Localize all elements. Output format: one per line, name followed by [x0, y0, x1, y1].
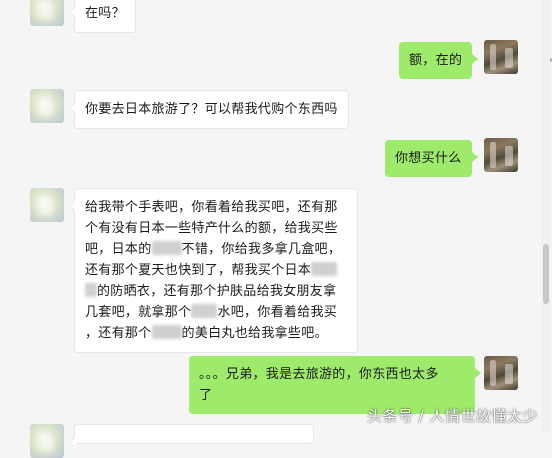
message-text: 在吗？ [85, 6, 125, 21]
contact-avatar[interactable] [30, 0, 64, 26]
redacted-blur [151, 241, 182, 255]
scrollbar-thumb[interactable] [543, 244, 549, 304]
message-text: 个有没有日本一些特产什么的额，给我买些 [85, 221, 338, 236]
chat-scrollbar[interactable] [542, 0, 550, 432]
received-message: 你要去日本旅游了？可以帮我代购个东西吗 [69, 90, 349, 129]
redacted-blur [151, 325, 182, 339]
contact-avatar[interactable] [30, 89, 64, 123]
message-text: 。。。兄弟，我是去旅游的，你东西也太多 [199, 367, 439, 382]
redacted-blur [191, 304, 218, 318]
chat-history: 在吗？ 额，在的 你要去日本旅游了？可以帮我代购个东西吗 你想买什么 给我带个手… [0, 0, 540, 458]
my-avatar[interactable] [484, 138, 518, 172]
contact-avatar[interactable] [30, 424, 64, 458]
message-text-line: 几套吧，就拿那个 水吧，你看着给我买 [85, 304, 338, 320]
received-message: 给我带个手表吧，你看着给我买吧，还有那 个有没有日本一些特产什么的额，给我买些 … [69, 188, 358, 353]
sent-message: 额，在的 [399, 42, 479, 79]
sent-message: 你想买什么 [385, 140, 478, 177]
received-message: 在吗？ [69, 0, 136, 33]
message-text: 你想买什么 [395, 151, 462, 166]
redacted-blur [311, 262, 338, 276]
message-text-line: ，还有那个 的美白丸也给我拿些吧。 [85, 325, 328, 341]
message-text-line: 吧，日本的 不错，你给我多拿几盒吧， [85, 241, 342, 257]
message-text: 给我带个手表吧，你看着给我买吧，还有那 [85, 200, 338, 215]
message-text-line: 还有那个夏天也快到了，帮我买个日本 [85, 260, 347, 281]
message-text: 你要去日本旅游了？可以帮我代购个东西吗 [85, 102, 338, 117]
message-text: 额，在的 [409, 53, 463, 68]
redacted-blur [85, 283, 97, 297]
message-text-line: 的防晒衣，还有那个护肤品给我女朋友拿 [85, 281, 347, 302]
my-avatar[interactable] [484, 40, 518, 74]
watermark-text: 头条号 / 人情世故懂太少 [366, 407, 538, 425]
contact-avatar[interactable] [30, 188, 64, 222]
received-message-partial [69, 424, 314, 447]
my-avatar[interactable] [484, 356, 518, 390]
message-text: 了 [199, 388, 213, 403]
